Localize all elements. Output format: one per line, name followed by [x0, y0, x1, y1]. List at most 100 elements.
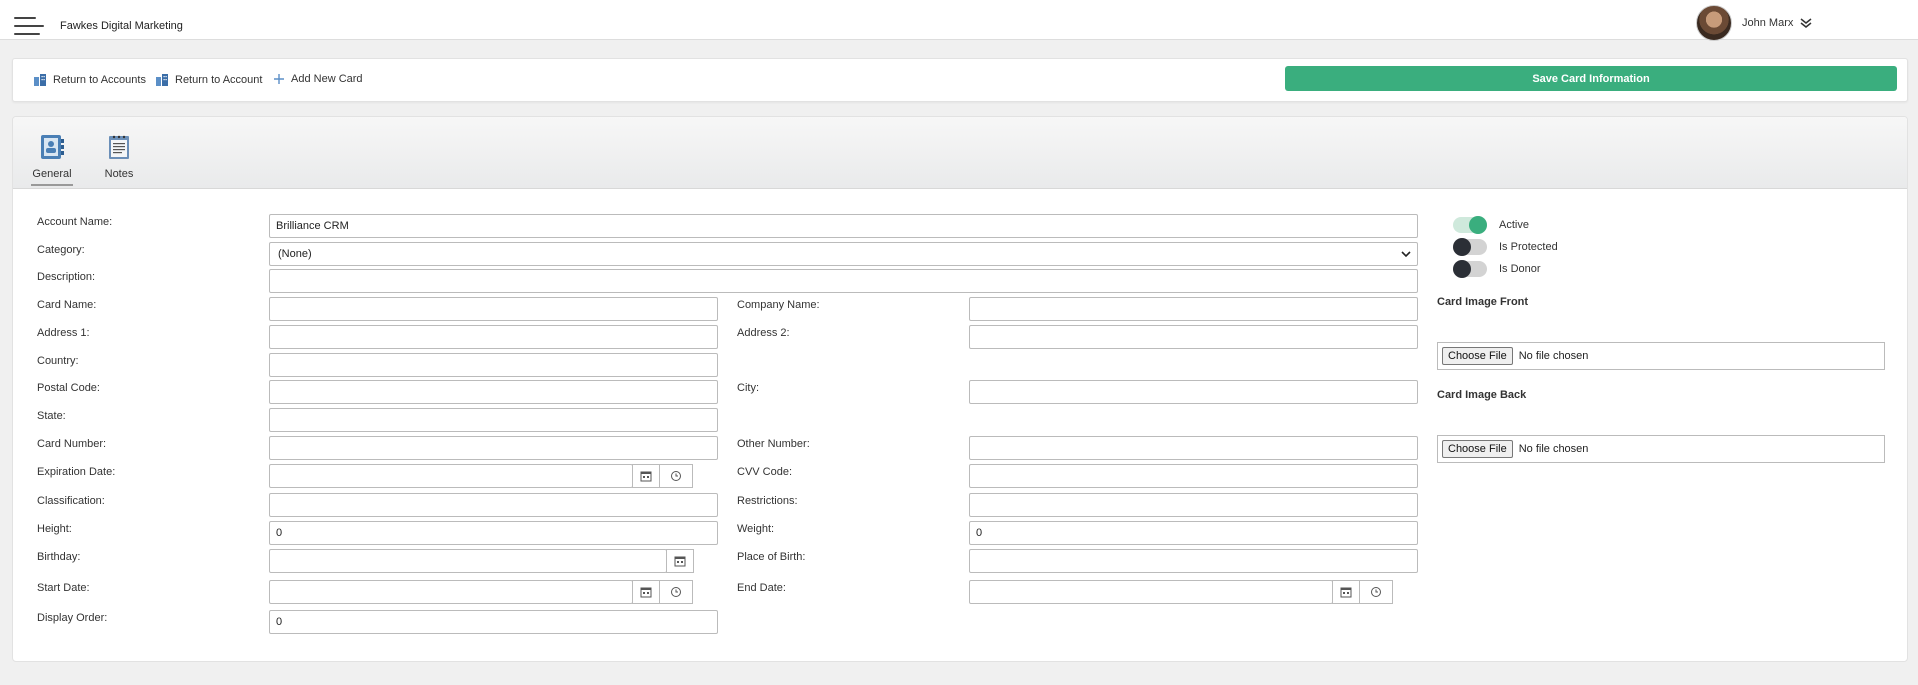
time-button[interactable] [659, 464, 693, 488]
card-image-front-input[interactable]: Choose File No file chosen [1437, 342, 1885, 370]
postal-code-field[interactable] [269, 380, 718, 404]
city-label: City: [737, 382, 759, 394]
building-icon [156, 74, 168, 86]
start-date-label: Start Date: [37, 582, 90, 594]
card-form-panel: General Notes Account Name: Brilliance C… [12, 116, 1908, 662]
restrictions-field[interactable] [969, 493, 1418, 517]
donor-toggle[interactable] [1453, 260, 1487, 278]
birthday-field[interactable] [269, 549, 667, 573]
top-bar: Fawkes Digital Marketing John Marx [0, 0, 1918, 41]
toggle-knob [1453, 238, 1471, 256]
app-title: Fawkes Digital Marketing [60, 20, 183, 32]
chevron-down-icon [1401, 251, 1411, 258]
clock-icon [671, 471, 681, 481]
choose-file-button[interactable]: Choose File [1442, 347, 1513, 365]
menu-icon[interactable] [14, 17, 44, 39]
tab-general[interactable]: General [31, 133, 73, 186]
cvv-label: CVV Code: [737, 466, 793, 478]
time-button[interactable] [659, 580, 693, 604]
file-status-text: No file chosen [1518, 443, 1589, 455]
description-field[interactable] [269, 269, 1418, 293]
clock-icon [1371, 587, 1381, 597]
expiration-date-field[interactable] [269, 464, 633, 488]
tab-general-label[interactable]: General [31, 168, 73, 180]
city-field[interactable] [969, 380, 1418, 404]
action-toolbar: Return to Accounts Return to Account Add… [12, 58, 1908, 102]
address2-field[interactable] [969, 325, 1418, 349]
calendar-icon [640, 471, 652, 482]
save-card-button[interactable]: Save Card Information [1285, 66, 1897, 91]
end-date-field[interactable] [969, 580, 1333, 604]
calendar-button[interactable] [1332, 580, 1360, 604]
start-date-field[interactable] [269, 580, 633, 604]
height-label: Height: [37, 523, 72, 535]
expiration-date-label: Expiration Date: [37, 466, 116, 478]
protected-label: Is Protected [1499, 241, 1558, 253]
category-label: Category: [37, 244, 85, 256]
state-label: State: [37, 410, 66, 422]
country-field[interactable] [269, 353, 718, 377]
chevron-down-icon[interactable] [1799, 16, 1813, 30]
calendar-icon [640, 587, 652, 598]
notepad-icon [109, 135, 129, 159]
return-to-account-link[interactable]: Return to Account [155, 73, 262, 87]
weight-label: Weight: [737, 523, 775, 535]
place-of-birth-label: Place of Birth: [737, 551, 806, 563]
calendar-icon [674, 556, 686, 567]
time-button[interactable] [1359, 580, 1393, 604]
add-new-card-link[interactable]: Add New Card [273, 73, 363, 85]
choose-file-button[interactable]: Choose File [1442, 440, 1513, 458]
place-of-birth-field[interactable] [969, 549, 1418, 573]
state-field[interactable] [269, 408, 718, 432]
protected-toggle[interactable] [1453, 238, 1487, 256]
return-to-account-label[interactable]: Return to Account [175, 74, 262, 86]
classification-label: Classification: [37, 495, 105, 507]
card-name-label: Card Name: [37, 299, 97, 311]
building-icon [34, 74, 46, 86]
cvv-field[interactable] [969, 464, 1418, 488]
address1-field[interactable] [269, 325, 718, 349]
postal-code-label: Postal Code: [37, 382, 100, 394]
end-date-label: End Date: [737, 582, 786, 594]
tab-notes-label[interactable]: Notes [101, 168, 137, 180]
classification-field[interactable] [269, 493, 718, 517]
file-status-text: No file chosen [1518, 350, 1589, 362]
country-label: Country: [37, 355, 79, 367]
description-label: Description: [37, 271, 96, 283]
calendar-button[interactable] [632, 464, 660, 488]
category-select[interactable]: (None) [269, 242, 1418, 266]
other-number-field[interactable] [969, 436, 1418, 460]
toggle-knob [1469, 216, 1487, 234]
user-menu[interactable]: John Marx [1696, 5, 1813, 41]
card-image-front-heading: Card Image Front [1437, 296, 1529, 308]
account-name-label: Account Name: [37, 216, 113, 228]
card-image-back-heading: Card Image Back [1437, 389, 1527, 401]
active-toggle[interactable] [1453, 216, 1487, 234]
birthday-label: Birthday: [37, 551, 81, 563]
category-selected-value: (None) [278, 248, 312, 260]
display-order-field[interactable]: 0 [269, 610, 718, 634]
card-name-field[interactable] [269, 297, 718, 321]
display-order-label: Display Order: [37, 612, 108, 624]
calendar-button[interactable] [632, 580, 660, 604]
card-image-back-input[interactable]: Choose File No file chosen [1437, 435, 1885, 463]
card-number-field[interactable] [269, 436, 718, 460]
company-name-label: Company Name: [737, 299, 820, 311]
other-number-label: Other Number: [737, 438, 810, 450]
weight-field[interactable]: 0 [969, 521, 1418, 545]
height-field[interactable]: 0 [269, 521, 718, 545]
account-name-field[interactable]: Brilliance CRM [269, 214, 1418, 238]
tab-bar: General Notes [13, 117, 1907, 189]
active-label: Active [1499, 219, 1529, 231]
avatar[interactable] [1696, 5, 1732, 41]
return-to-accounts-label[interactable]: Return to Accounts [53, 74, 146, 86]
tab-notes[interactable]: Notes [101, 133, 137, 180]
address-book-icon [41, 135, 64, 159]
return-to-accounts-link[interactable]: Return to Accounts [33, 73, 146, 87]
calendar-button[interactable] [666, 549, 694, 573]
user-name[interactable]: John Marx [1742, 17, 1793, 29]
company-name-field[interactable] [969, 297, 1418, 321]
restrictions-label: Restrictions: [737, 495, 798, 507]
add-new-card-label[interactable]: Add New Card [291, 73, 363, 85]
clock-icon [671, 587, 681, 597]
